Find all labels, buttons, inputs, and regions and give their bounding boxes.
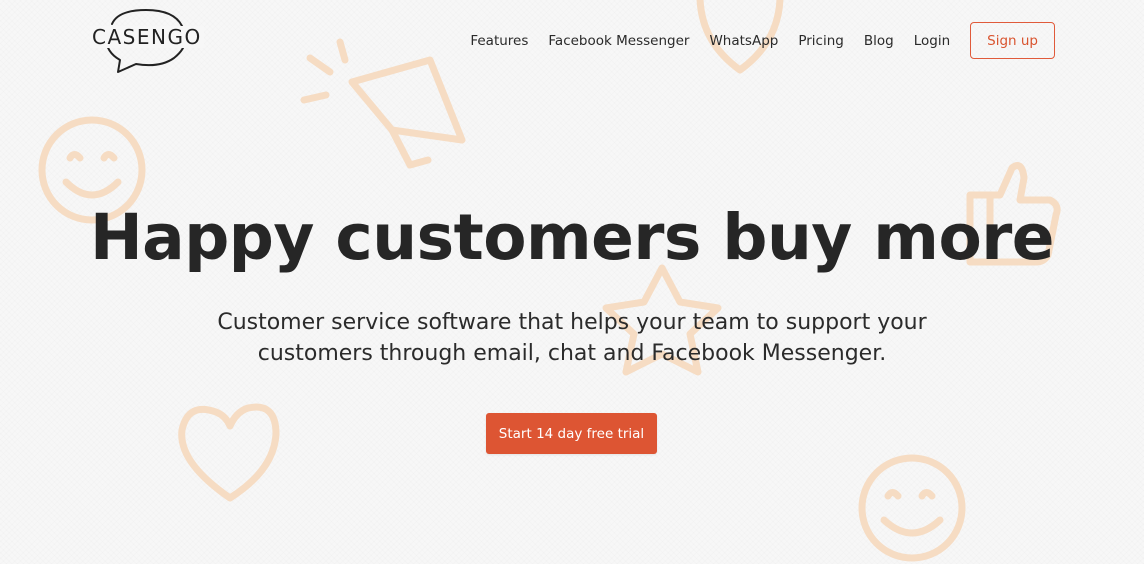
main-nav: Features Facebook Messenger WhatsApp Pri…: [470, 22, 1055, 59]
nav-whatsapp[interactable]: WhatsApp: [709, 33, 778, 49]
heart-icon: [178, 403, 280, 502]
hero-subtitle: Customer service software that helps you…: [0, 307, 1144, 369]
smiley-icon: [858, 454, 966, 562]
nav-blog[interactable]: Blog: [864, 33, 894, 49]
brand-logo[interactable]: CASENGO: [88, 8, 204, 74]
nav-facebook-messenger[interactable]: Facebook Messenger: [548, 33, 689, 49]
hero-subtitle-line-1: Customer service software that helps you…: [217, 310, 927, 335]
nav-login[interactable]: Login: [914, 33, 950, 49]
logo-text: CASENGO: [90, 25, 204, 49]
hero-title: Happy customers buy more: [89, 201, 1055, 274]
background-decorations: [38, 0, 1061, 562]
nav-pricing[interactable]: Pricing: [798, 33, 844, 49]
signup-button[interactable]: Sign up: [970, 22, 1055, 59]
hero-subtitle-line-2: customers through email, chat and Facebo…: [257, 341, 887, 366]
nav-features[interactable]: Features: [470, 33, 528, 49]
megaphone-icon: [300, 38, 466, 169]
start-trial-button[interactable]: Start 14 day free trial: [486, 413, 657, 454]
